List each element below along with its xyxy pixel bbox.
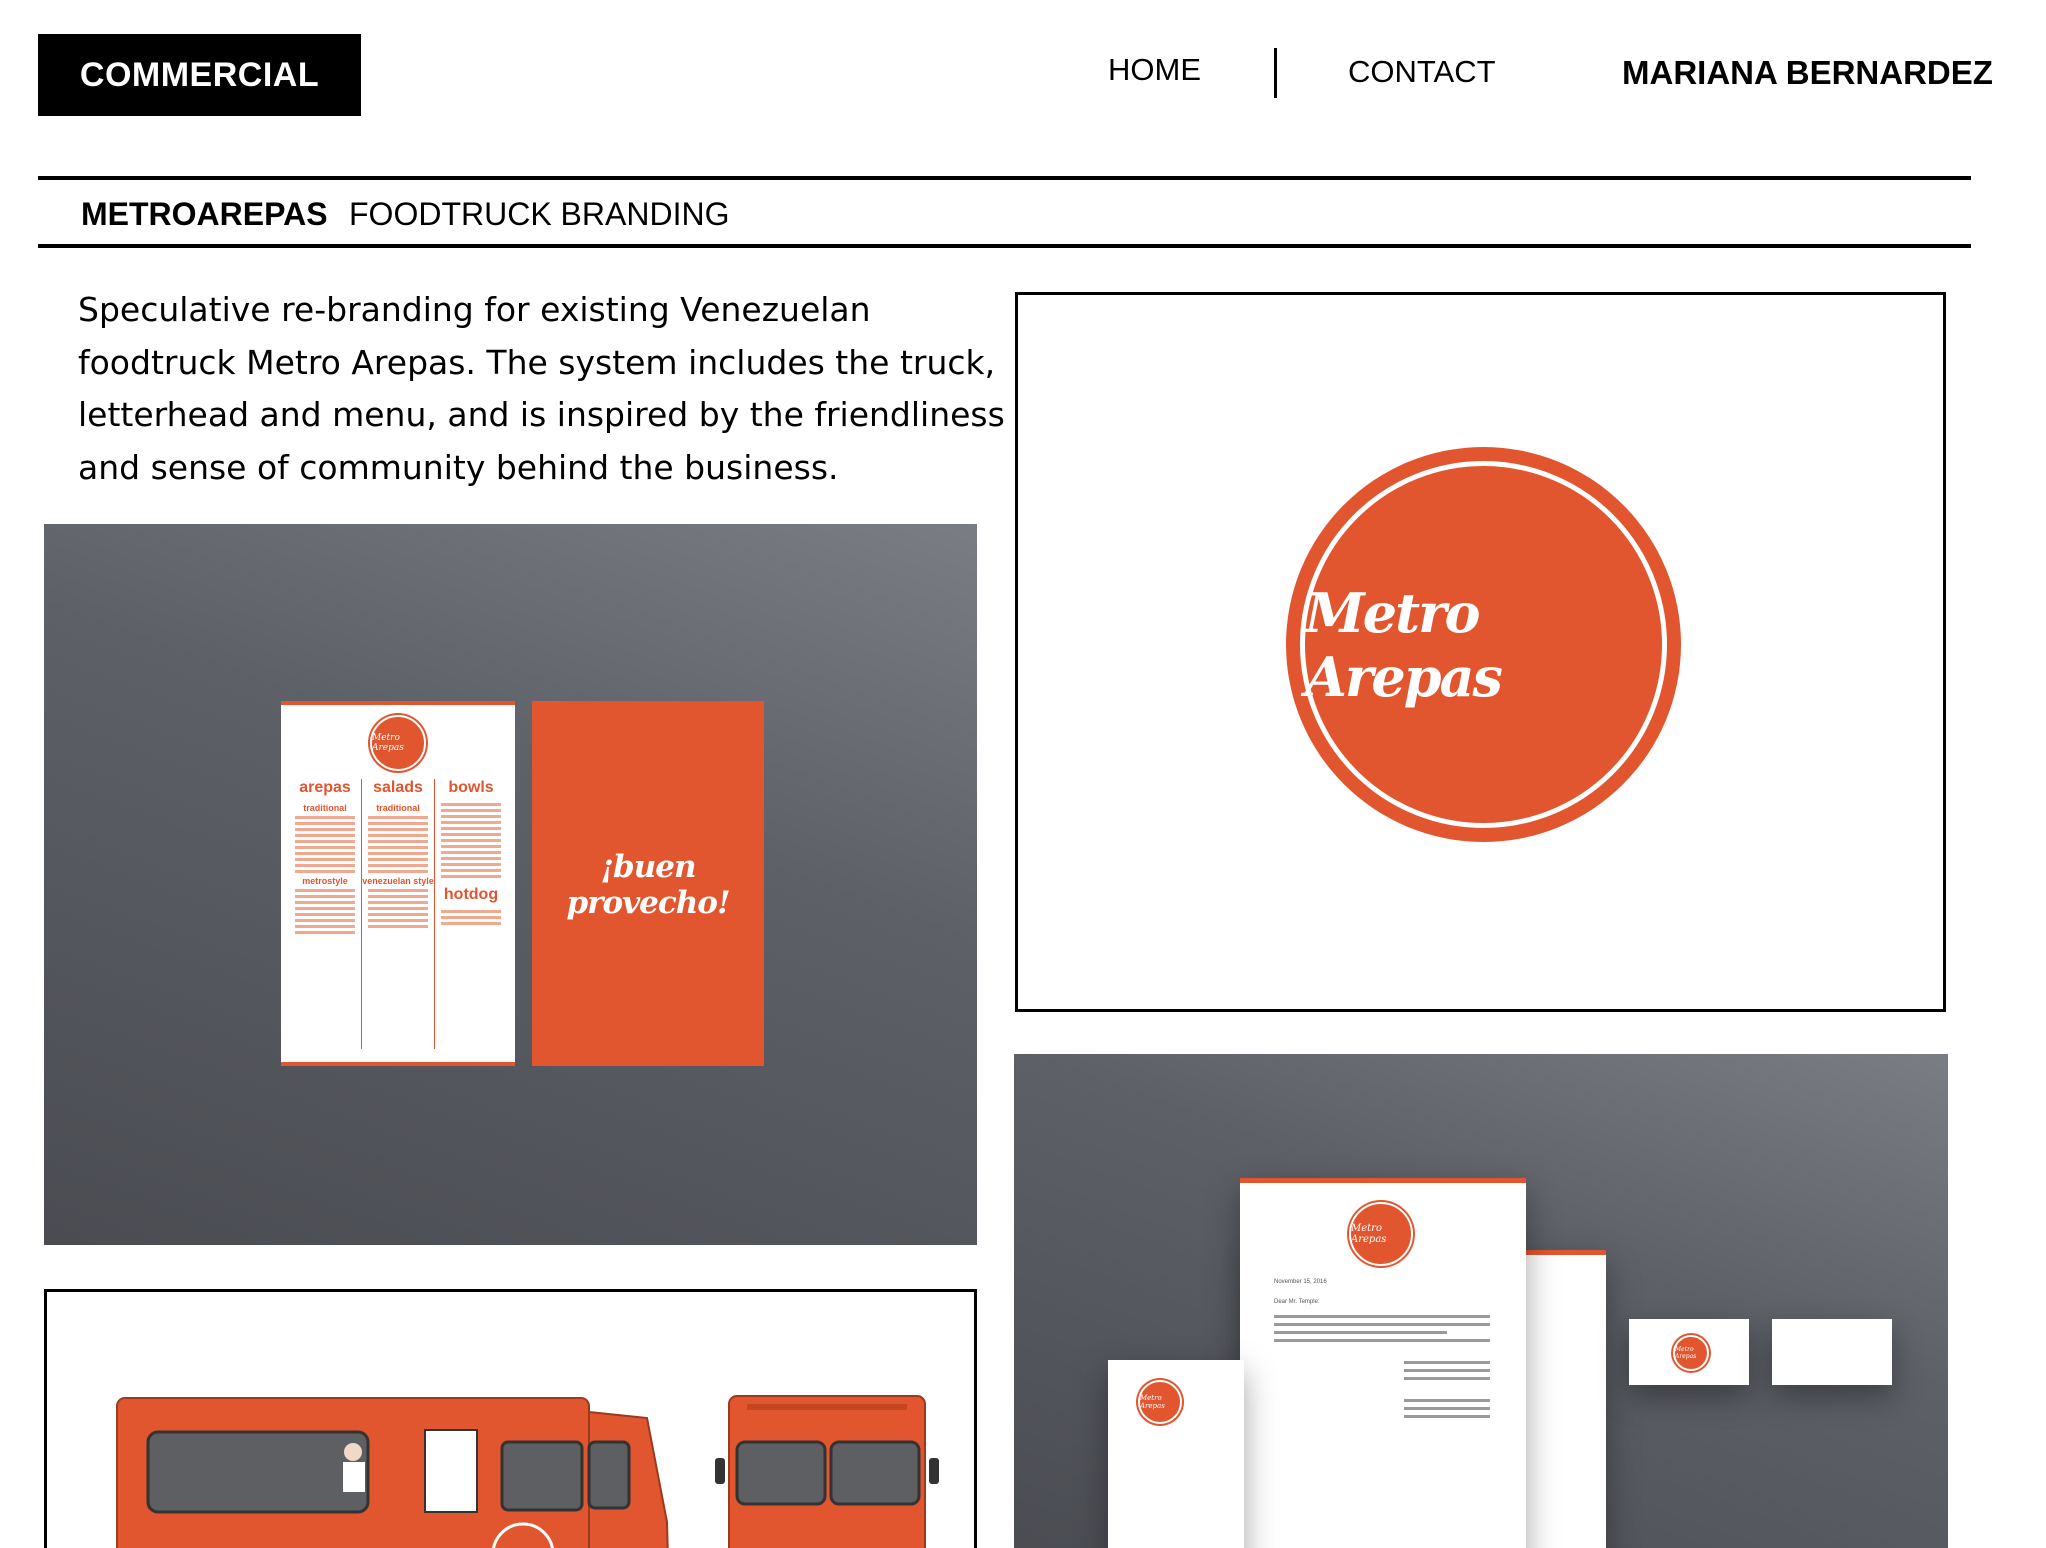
nav-home-link[interactable]: HOME <box>1108 52 1201 88</box>
title-rule-top <box>38 176 1971 180</box>
menu-back-slogan: ¡buen provecho! <box>566 849 730 921</box>
letter-date: November 15, 2016 <box>1274 1279 1327 1285</box>
business-card-back <box>1772 1319 1892 1385</box>
business-card-logo-badge: Metro Arepas <box>1673 1335 1709 1371</box>
menu-subheading: metrostyle <box>302 876 348 886</box>
envelope-sheet: Metro Arepas <box>1108 1360 1244 1548</box>
letter-front-sheet: Metro Arepas November 15, 2016 Dear Mr. … <box>1240 1178 1526 1548</box>
menu-column-salads: salads traditional venezuelan style <box>362 779 434 931</box>
letterhead-mockup-image: Metro Arepas November 15, 2016 Dear Mr. … <box>1014 1054 1948 1548</box>
brand-logo-ring: Metro Arepas <box>1300 461 1667 828</box>
menu-subheading: venezuelan style <box>362 876 434 886</box>
title-rule-bottom <box>38 244 1971 248</box>
letter-logo-badge: Metro Arepas <box>1349 1202 1413 1266</box>
project-title: METROAREPAS <box>81 196 328 232</box>
project-description: Speculative re-branding for existing Ven… <box>78 290 1005 487</box>
menu-heading: hotdog <box>443 886 499 903</box>
menu-subheading: traditional <box>376 803 420 813</box>
menu-heading: bowls <box>448 779 494 796</box>
nav-divider <box>1274 48 1277 98</box>
menu-column-bowls: bowls hotdog <box>435 779 507 928</box>
nav-contact-link[interactable]: CONTACT <box>1348 54 1496 90</box>
truck-illustration <box>116 1395 939 1548</box>
author-name-link[interactable]: MARIANA BERNARDEZ <box>1622 54 1993 92</box>
truck-mockup-image <box>44 1289 977 1548</box>
brand-logo-text: Metro Arepas <box>1305 580 1503 709</box>
letter-salutation: Dear Mr. Temple: <box>1274 1299 1320 1305</box>
project-subtitle: FOODTRUCK BRANDING <box>349 196 730 232</box>
logo-image: Metro Arepas <box>1015 292 1946 1012</box>
brand-logo-circle: Metro Arepas <box>1286 447 1681 842</box>
menu-column-arepas: arepas traditional metrostyle <box>289 779 361 937</box>
envelope-logo-badge: Metro Arepas <box>1138 1380 1182 1424</box>
commercial-section-button[interactable]: COMMERCIAL <box>38 34 361 116</box>
menu-front-sheet: Metro Arepas arepas traditional metrosty… <box>281 701 515 1066</box>
menu-logo-badge: Metro Arepas <box>370 715 426 771</box>
menu-mockup-image: Metro Arepas arepas traditional metrosty… <box>44 524 977 1245</box>
business-card-front: Metro Arepas <box>1629 1319 1749 1385</box>
menu-heading: arepas <box>299 779 351 796</box>
menu-subheading: traditional <box>303 803 347 813</box>
menu-back-sheet: ¡buen provecho! <box>532 701 764 1066</box>
menu-heading: salads <box>373 779 423 796</box>
